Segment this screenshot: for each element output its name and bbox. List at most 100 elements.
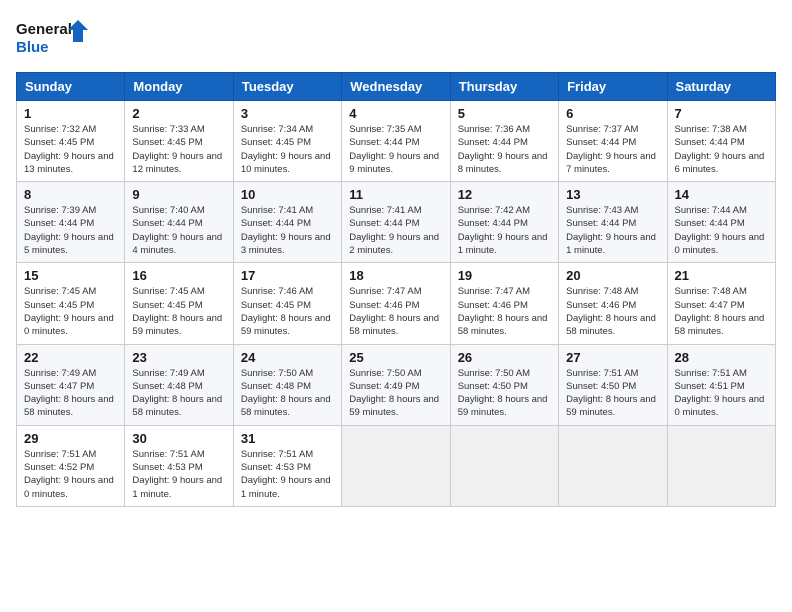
day-number: 2	[132, 106, 225, 121]
day-number: 5	[458, 106, 551, 121]
day-cell-4: 4 Sunrise: 7:35 AMSunset: 4:44 PMDaylight…	[342, 101, 450, 182]
day-info: Sunrise: 7:51 AMSunset: 4:53 PMDaylight:…	[132, 448, 225, 501]
day-number: 11	[349, 187, 442, 202]
calendar-header-row: SundayMondayTuesdayWednesdayThursdayFrid…	[17, 73, 776, 101]
day-info: Sunrise: 7:50 AMSunset: 4:49 PMDaylight:…	[349, 367, 442, 420]
calendar-row-1: 1 Sunrise: 7:32 AMSunset: 4:45 PMDaylight…	[17, 101, 776, 182]
day-info: Sunrise: 7:45 AMSunset: 4:45 PMDaylight:…	[132, 285, 225, 338]
calendar-header-tuesday: Tuesday	[233, 73, 341, 101]
day-info: Sunrise: 7:47 AMSunset: 4:46 PMDaylight:…	[458, 285, 551, 338]
day-cell-24: 24 Sunrise: 7:50 AMSunset: 4:48 PMDayligh…	[233, 344, 341, 425]
day-cell-13: 13 Sunrise: 7:43 AMSunset: 4:44 PMDayligh…	[559, 182, 667, 263]
day-cell-28: 28Sunrise: 7:51 AMSunset: 4:51 PMDayligh…	[667, 344, 775, 425]
day-number: 27	[566, 350, 659, 365]
day-info: Sunrise: 7:42 AMSunset: 4:44 PMDaylight:…	[458, 204, 551, 257]
day-cell-27: 27Sunrise: 7:51 AMSunset: 4:50 PMDayligh…	[559, 344, 667, 425]
day-info: Sunrise: 7:33 AMSunset: 4:45 PMDaylight:…	[132, 123, 225, 176]
day-number: 6	[566, 106, 659, 121]
day-number: 29	[24, 431, 117, 446]
calendar-table: SundayMondayTuesdayWednesdayThursdayFrid…	[16, 72, 776, 507]
day-cell-19: 19 Sunrise: 7:47 AMSunset: 4:46 PMDayligh…	[450, 263, 558, 344]
day-number: 17	[241, 268, 334, 283]
calendar-row-5: 29 Sunrise: 7:51 AMSunset: 4:52 PMDayligh…	[17, 425, 776, 506]
day-number: 21	[675, 268, 768, 283]
day-cell-6: 6 Sunrise: 7:37 AMSunset: 4:44 PMDaylight…	[559, 101, 667, 182]
page-header: General Blue	[16, 16, 776, 60]
day-cell-11: 11 Sunrise: 7:41 AMSunset: 4:44 PMDayligh…	[342, 182, 450, 263]
day-cell-12: 12 Sunrise: 7:42 AMSunset: 4:44 PMDayligh…	[450, 182, 558, 263]
day-number: 30	[132, 431, 225, 446]
svg-text:General: General	[16, 21, 72, 38]
day-number: 4	[349, 106, 442, 121]
day-number: 20	[566, 268, 659, 283]
day-number: 1	[24, 106, 117, 121]
day-cell-2: 2 Sunrise: 7:33 AMSunset: 4:45 PMDaylight…	[125, 101, 233, 182]
day-number: 19	[458, 268, 551, 283]
day-number: 22	[24, 350, 117, 365]
day-info: Sunrise: 7:37 AMSunset: 4:44 PMDaylight:…	[566, 123, 659, 176]
day-number: 9	[132, 187, 225, 202]
day-cell-1: 1 Sunrise: 7:32 AMSunset: 4:45 PMDaylight…	[17, 101, 125, 182]
empty-cell	[667, 425, 775, 506]
day-cell-5: 5 Sunrise: 7:36 AMSunset: 4:44 PMDaylight…	[450, 101, 558, 182]
day-number: 25	[349, 350, 442, 365]
day-cell-30: 30 Sunrise: 7:51 AMSunset: 4:53 PMDayligh…	[125, 425, 233, 506]
day-number: 12	[458, 187, 551, 202]
day-cell-16: 16 Sunrise: 7:45 AMSunset: 4:45 PMDayligh…	[125, 263, 233, 344]
day-number: 3	[241, 106, 334, 121]
day-cell-31: 31 Sunrise: 7:51 AMSunset: 4:53 PMDayligh…	[233, 425, 341, 506]
day-cell-22: 22 Sunrise: 7:49 AMSunset: 4:47 PMDayligh…	[17, 344, 125, 425]
day-info: Sunrise: 7:46 AMSunset: 4:45 PMDaylight:…	[241, 285, 334, 338]
day-number: 8	[24, 187, 117, 202]
calendar-row-3: 15 Sunrise: 7:45 AMSunset: 4:45 PMDayligh…	[17, 263, 776, 344]
day-cell-23: 23Sunrise: 7:49 AMSunset: 4:48 PMDayligh…	[125, 344, 233, 425]
svg-text:Blue: Blue	[16, 39, 49, 56]
day-info: Sunrise: 7:38 AMSunset: 4:44 PMDaylight:…	[675, 123, 768, 176]
empty-cell	[450, 425, 558, 506]
day-number: 18	[349, 268, 442, 283]
day-info: Sunrise: 7:48 AMSunset: 4:47 PMDaylight:…	[675, 285, 768, 338]
day-info: Sunrise: 7:39 AMSunset: 4:44 PMDaylight:…	[24, 204, 117, 257]
day-cell-9: 9Sunrise: 7:40 AMSunset: 4:44 PMDaylight…	[125, 182, 233, 263]
day-info: Sunrise: 7:51 AMSunset: 4:52 PMDaylight:…	[24, 448, 117, 501]
calendar-header-saturday: Saturday	[667, 73, 775, 101]
day-number: 15	[24, 268, 117, 283]
day-cell-21: 21 Sunrise: 7:48 AMSunset: 4:47 PMDayligh…	[667, 263, 775, 344]
logo: General Blue	[16, 16, 96, 60]
day-cell-20: 20 Sunrise: 7:48 AMSunset: 4:46 PMDayligh…	[559, 263, 667, 344]
day-number: 31	[241, 431, 334, 446]
day-info: Sunrise: 7:36 AMSunset: 4:44 PMDaylight:…	[458, 123, 551, 176]
day-info: Sunrise: 7:34 AMSunset: 4:45 PMDaylight:…	[241, 123, 334, 176]
calendar-header-friday: Friday	[559, 73, 667, 101]
day-info: Sunrise: 7:32 AMSunset: 4:45 PMDaylight:…	[24, 123, 117, 176]
day-number: 7	[675, 106, 768, 121]
day-info: Sunrise: 7:49 AMSunset: 4:47 PMDaylight:…	[24, 367, 117, 420]
day-info: Sunrise: 7:48 AMSunset: 4:46 PMDaylight:…	[566, 285, 659, 338]
day-info: Sunrise: 7:43 AMSunset: 4:44 PMDaylight:…	[566, 204, 659, 257]
day-cell-29: 29 Sunrise: 7:51 AMSunset: 4:52 PMDayligh…	[17, 425, 125, 506]
day-info: Sunrise: 7:45 AMSunset: 4:45 PMDaylight:…	[24, 285, 117, 338]
day-number: 26	[458, 350, 551, 365]
day-info: Sunrise: 7:35 AMSunset: 4:44 PMDaylight:…	[349, 123, 442, 176]
day-cell-17: 17 Sunrise: 7:46 AMSunset: 4:45 PMDayligh…	[233, 263, 341, 344]
day-cell-3: 3 Sunrise: 7:34 AMSunset: 4:45 PMDaylight…	[233, 101, 341, 182]
day-info: Sunrise: 7:50 AMSunset: 4:48 PMDaylight:…	[241, 367, 334, 420]
day-info: Sunrise: 7:41 AMSunset: 4:44 PMDaylight:…	[241, 204, 334, 257]
calendar-header-sunday: Sunday	[17, 73, 125, 101]
logo-svg: General Blue	[16, 16, 96, 60]
day-info: Sunrise: 7:41 AMSunset: 4:44 PMDaylight:…	[349, 204, 442, 257]
empty-cell	[559, 425, 667, 506]
day-info: Sunrise: 7:51 AMSunset: 4:51 PMDaylight:…	[675, 367, 768, 420]
day-info: Sunrise: 7:47 AMSunset: 4:46 PMDaylight:…	[349, 285, 442, 338]
day-info: Sunrise: 7:51 AMSunset: 4:53 PMDaylight:…	[241, 448, 334, 501]
day-info: Sunrise: 7:50 AMSunset: 4:50 PMDaylight:…	[458, 367, 551, 420]
day-cell-7: 7 Sunrise: 7:38 AMSunset: 4:44 PMDaylight…	[667, 101, 775, 182]
calendar-header-wednesday: Wednesday	[342, 73, 450, 101]
calendar-row-4: 22 Sunrise: 7:49 AMSunset: 4:47 PMDayligh…	[17, 344, 776, 425]
day-info: Sunrise: 7:44 AMSunset: 4:44 PMDaylight:…	[675, 204, 768, 257]
day-number: 16	[132, 268, 225, 283]
day-cell-26: 26 Sunrise: 7:50 AMSunset: 4:50 PMDayligh…	[450, 344, 558, 425]
day-cell-25: 25 Sunrise: 7:50 AMSunset: 4:49 PMDayligh…	[342, 344, 450, 425]
day-number: 13	[566, 187, 659, 202]
day-number: 24	[241, 350, 334, 365]
